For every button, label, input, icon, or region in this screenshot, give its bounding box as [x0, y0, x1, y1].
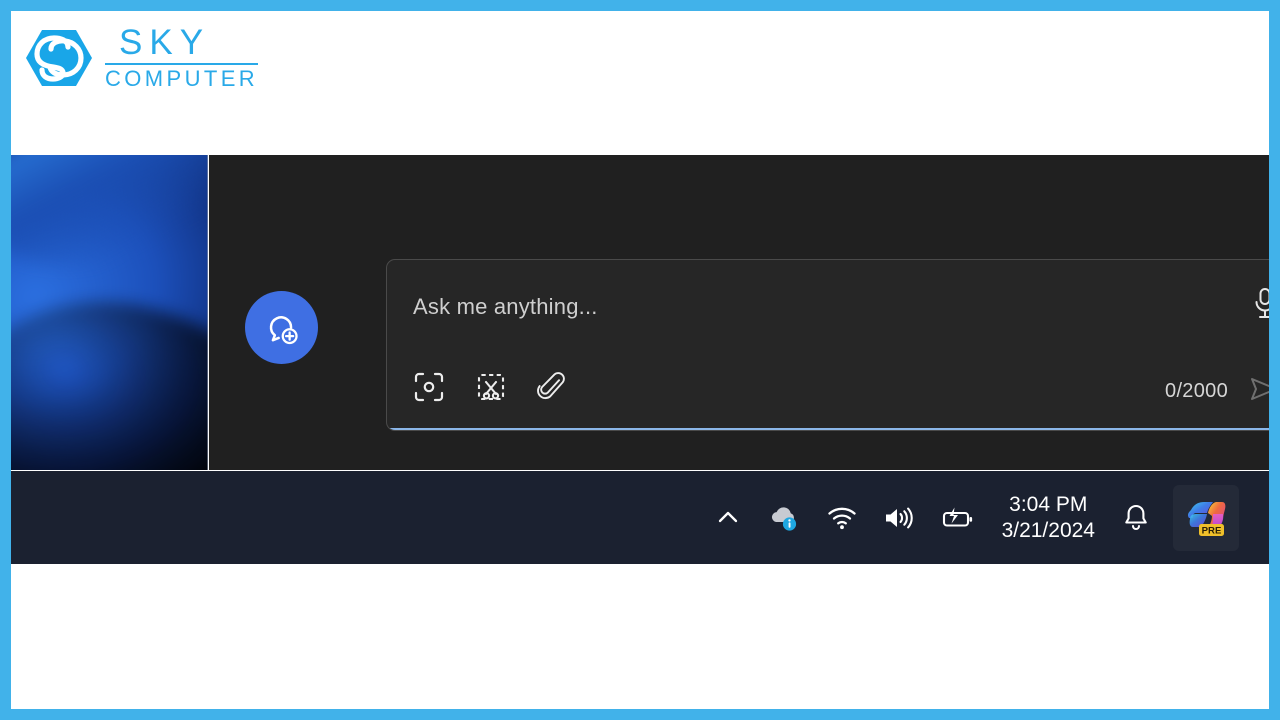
brand-divider [105, 62, 259, 65]
composer-tools [413, 371, 567, 408]
onedrive-status-button[interactable] [754, 489, 814, 547]
paperclip-icon [537, 372, 565, 400]
system-tray: 3:04 PM 3/21/2024 PRE [702, 471, 1239, 564]
show-hidden-icons-button[interactable] [702, 489, 754, 547]
new-chat-button[interactable] [245, 291, 318, 364]
volume-button[interactable] [870, 489, 928, 547]
new-chat-bubble-plus-icon [269, 315, 298, 344]
character-counter: 0/2000 [1165, 380, 1228, 402]
visual-search-button[interactable] [413, 371, 445, 408]
site-branding: SKY COMPUTER [23, 20, 259, 95]
battery-charging-icon [942, 507, 972, 527]
microphone-button[interactable] [1252, 287, 1269, 326]
brand-wordmark: SKY COMPUTER [105, 23, 259, 91]
composer-placeholder: Ask me anything... [413, 294, 598, 319]
brand-name-top: SKY [119, 23, 211, 63]
bell-icon [1125, 504, 1147, 530]
copilot-taskbar-button[interactable]: PRE [1173, 484, 1239, 551]
onedrive-cloud-info-icon [771, 506, 796, 531]
speaker-icon [885, 507, 913, 528]
battery-button[interactable] [928, 489, 988, 547]
page-canvas: SKY COMPUTER Ask me anything... 0/2000 3… [11, 11, 1269, 709]
chevron-up-icon [718, 511, 737, 522]
copilot-preview-badge-label: PRE [1202, 525, 1222, 536]
network-button[interactable] [814, 489, 870, 547]
composer-right-cluster: 0/2000 [1165, 373, 1269, 410]
microphone-icon [1255, 288, 1269, 318]
send-paper-plane-icon [1251, 378, 1269, 400]
desktop-wallpaper [11, 155, 208, 470]
composer-row: Ask me anything... 0/2000 [245, 259, 1269, 431]
notifications-button[interactable] [1109, 489, 1163, 547]
windows-screenshot: Ask me anything... 0/2000 3:04 PM 3/21/2… [11, 155, 1269, 564]
hexagon-s-logo-icon [23, 27, 95, 89]
composer-focus-underline [387, 428, 1269, 430]
brand-name-bottom: COMPUTER [105, 65, 259, 91]
snip-scissors-icon [477, 373, 505, 401]
clock[interactable]: 3:04 PM 3/21/2024 [988, 492, 1109, 543]
copilot-icon: PRE [1187, 501, 1226, 536]
taskbar: 3:04 PM 3/21/2024 PRE [11, 471, 1269, 564]
wifi-icon [827, 507, 856, 529]
send-button[interactable] [1248, 373, 1269, 410]
attach-file-button[interactable] [537, 371, 567, 408]
screenshot-frame: SKY COMPUTER Ask me anything... 0/2000 3… [0, 0, 1280, 720]
composer-box[interactable]: Ask me anything... 0/2000 [386, 259, 1269, 431]
snipping-tool-button[interactable] [475, 371, 507, 408]
copilot-panel: Ask me anything... 0/2000 [209, 155, 1269, 470]
clock-time: 3:04 PM [1009, 492, 1088, 516]
clock-date: 3/21/2024 [1001, 518, 1095, 542]
scan-lens-icon [414, 372, 444, 402]
panel-separator [207, 155, 208, 470]
